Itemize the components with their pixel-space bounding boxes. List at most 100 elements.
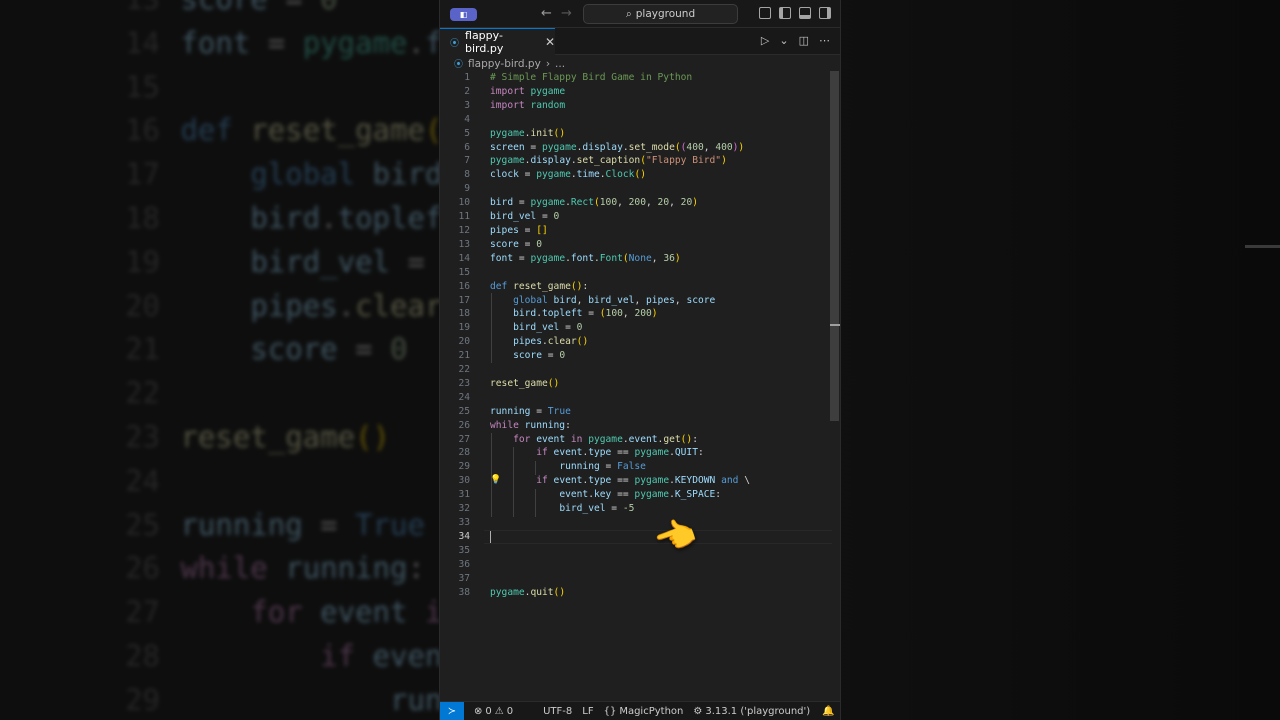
code-token: event — [553, 447, 583, 459]
problems-indicator[interactable]: ⊗ 0 ⚠ 0 — [474, 706, 513, 717]
code-line[interactable]: 4 — [440, 113, 840, 127]
background-shade-right — [840, 0, 1280, 720]
code-line[interactable]: 11 bird_vel = 0 — [440, 210, 840, 224]
code-line[interactable]: 28 if event.type == pygame.QUIT: — [440, 446, 840, 460]
run-menu-chevron-icon[interactable]: ⌄ — [779, 34, 788, 47]
code-line[interactable]: 7 pygame.display.set_caption("Flappy Bird… — [440, 154, 840, 168]
close-icon[interactable]: ✕ — [545, 35, 555, 49]
code-token: 0 — [536, 238, 542, 250]
code-line[interactable]: 13 score = 0 — [440, 238, 840, 252]
code-line[interactable]: 22 — [440, 363, 840, 377]
split-editor-icon[interactable]: ◫ — [799, 34, 809, 47]
code-token: import — [490, 85, 531, 97]
code-line[interactable]: 12 pipes = [] — [440, 224, 840, 238]
command-center-search[interactable]: ⌕ playground — [583, 4, 738, 24]
code-line[interactable]: 33 — [440, 516, 840, 530]
code-line[interactable]: 19 bird_vel = 0 — [440, 321, 840, 335]
toggle-secondary-sidebar-icon[interactable] — [819, 7, 831, 19]
interpreter-label: 3.13.1 ('playground') — [705, 705, 811, 717]
code-line[interactable]: 20 pipes.clear() — [440, 335, 840, 349]
code-token: bird — [513, 308, 537, 320]
app-layout-badge-icon[interactable]: ◧ — [450, 8, 477, 21]
background-shade-left — [0, 0, 440, 720]
code-token: = — [518, 224, 537, 236]
code-token: time — [576, 169, 600, 181]
code-token: bird_vel — [588, 294, 635, 306]
remote-indicator-icon[interactable]: ≻ — [440, 701, 464, 720]
code-token: init — [530, 127, 554, 139]
code-line[interactable]: 37 — [440, 572, 840, 586]
code-line[interactable]: 21 score = 0 — [440, 349, 840, 363]
forward-arrow-icon[interactable]: → — [561, 6, 572, 21]
back-arrow-icon[interactable]: ← — [541, 6, 552, 21]
breadcrumb-symbols[interactable]: ... — [555, 58, 565, 70]
line-number: 17 — [458, 294, 470, 306]
code-line[interactable]: 38 pygame.quit() — [440, 586, 840, 600]
code-line[interactable]: 26 while running: — [440, 419, 840, 433]
code-line[interactable]: 15 — [440, 266, 840, 280]
customize-layout-icon[interactable] — [759, 7, 771, 19]
breadcrumb: ⦿ flappy-bird.py › ... — [440, 55, 840, 72]
code-token: == — [611, 489, 635, 501]
code-line[interactable]: 23 reset_game() — [440, 377, 840, 391]
toggle-primary-sidebar-icon[interactable] — [779, 7, 791, 19]
code-line[interactable]: 17 global bird, bird_vel, pipes, score — [440, 294, 840, 308]
code-token: pipes — [490, 224, 519, 236]
code-line[interactable]: 10 bird = pygame.Rect(100, 200, 20, 20) — [440, 196, 840, 210]
code-line[interactable]: 29 running = False — [440, 460, 840, 474]
run-icon[interactable]: ▷ — [761, 34, 769, 47]
line-code: running = True — [490, 405, 571, 419]
code-line[interactable]: 36 — [440, 558, 840, 572]
code-token: , — [622, 308, 635, 320]
code-line[interactable]: 16 def reset_game(): — [440, 280, 840, 294]
toggle-panel-icon[interactable] — [799, 7, 811, 19]
code-line[interactable]: 8 clock = pygame.time.Clock() — [440, 168, 840, 182]
encoding-indicator[interactable]: UTF-8 — [543, 706, 572, 717]
status-bar: ≻ ⊗ 0 ⚠ 0 UTF-8 LF {} MagicPython ⚙ 3.13… — [440, 701, 840, 720]
scrollbar-cursor-marker — [830, 324, 840, 326]
code-editor[interactable]: 1 # Simple Flappy Bird Game in Python 2 imp… — [440, 71, 840, 701]
code-line[interactable]: 24 — [440, 391, 840, 405]
code-line[interactable]: 27 for event in pygame.event.get(): — [440, 433, 840, 447]
notifications-bell-icon[interactable]: 🔔 — [822, 706, 834, 717]
code-line[interactable]: 6 screen = pygame.display.set_mode((400, … — [440, 141, 840, 155]
lightbulb-icon[interactable]: 💡 — [490, 475, 501, 485]
code-line[interactable]: 1 # Simple Flappy Bird Game in Python — [440, 71, 840, 85]
code-line[interactable]: 5 pygame.init() — [440, 127, 840, 141]
vertical-scrollbar[interactable] — [830, 71, 839, 421]
language-mode[interactable]: {} MagicPython — [604, 706, 684, 717]
code-line[interactable]: 32 bird_vel = -5 — [440, 502, 840, 516]
code-line[interactable]: 34 — [440, 529, 840, 544]
code-line[interactable]: 25 running = True — [440, 405, 840, 419]
line-number: 13 — [458, 238, 470, 250]
tab-flappy-bird[interactable]: ⦿ flappy-bird.py ✕ — [440, 28, 555, 55]
python-file-icon: ⦿ — [450, 38, 460, 49]
code-token: 0 — [553, 211, 560, 223]
code-token: 400 — [715, 141, 733, 153]
more-actions-icon[interactable]: ⋯ — [819, 34, 830, 47]
code-token: 20 — [657, 197, 670, 209]
code-line[interactable]: 9 — [440, 182, 840, 196]
code-token: ) — [674, 252, 681, 264]
eol-indicator[interactable]: LF — [582, 706, 593, 717]
python-interpreter[interactable]: ⚙ 3.13.1 ('playground') — [693, 706, 810, 717]
line-code: event.key == pygame.K_SPACE: — [490, 488, 721, 502]
code-line[interactable]: 14 font = pygame.font.Font(None, 36) — [440, 252, 840, 266]
line-code: bird = pygame.Rect(100, 200, 20, 20) — [490, 196, 698, 210]
code-line[interactable]: 31 event.key == pygame.K_SPACE: — [440, 488, 840, 502]
code-line[interactable]: 18 bird.topleft = (100, 200) — [440, 307, 840, 321]
code-token: = — [524, 141, 542, 153]
code-line[interactable]: 3 import random — [440, 99, 840, 113]
code-line[interactable]: 35 — [440, 544, 840, 558]
line-number: 25 — [458, 405, 470, 417]
code-token: score — [513, 350, 542, 362]
code-line[interactable]: 2 import pygame — [440, 85, 840, 99]
code-token: = — [599, 461, 618, 473]
code-token: = — [518, 238, 537, 250]
warning-count: 0 — [506, 705, 514, 717]
code-token: score — [686, 294, 716, 306]
code-token: () — [570, 280, 583, 292]
code-token: QUIT — [674, 447, 698, 459]
breadcrumb-file[interactable]: flappy-bird.py — [468, 58, 541, 70]
